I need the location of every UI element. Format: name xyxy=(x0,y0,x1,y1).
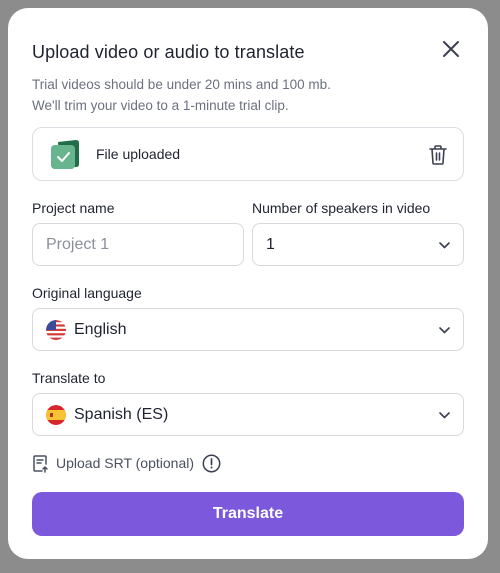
subtitle-line-1: Trial videos should be under 20 mins and… xyxy=(32,77,331,92)
close-icon[interactable] xyxy=(440,38,462,60)
project-name-input[interactable]: Project 1 xyxy=(32,223,244,266)
speakers-value: 1 xyxy=(266,236,275,253)
chevron-down-icon xyxy=(439,242,450,249)
uploaded-file-card: File uploaded xyxy=(32,127,464,181)
speakers-label: Number of speakers in video xyxy=(252,200,431,216)
chevron-down-icon xyxy=(439,327,450,334)
subtitle-line-2: We'll trim your video to a 1-minute tria… xyxy=(32,98,289,113)
translate-to-select[interactable]: Spanish (ES) xyxy=(32,393,464,436)
original-language-select[interactable]: English xyxy=(32,308,464,351)
document-upload-icon xyxy=(33,454,48,473)
speakers-select[interactable]: 1 xyxy=(252,223,464,266)
upload-modal: Upload video or audio to translate Trial… xyxy=(8,8,488,559)
translate-button[interactable]: Translate xyxy=(32,492,464,536)
translate-to-value: Spanish (ES) xyxy=(74,406,169,423)
file-status-label: File uploaded xyxy=(96,146,181,162)
translate-to-label: Translate to xyxy=(32,370,106,386)
modal-subtitle: Trial videos should be under 20 mins and… xyxy=(32,74,462,116)
trash-icon[interactable] xyxy=(428,144,448,166)
modal-title: Upload video or audio to translate xyxy=(32,42,305,62)
project-name-label: Project name xyxy=(32,200,115,216)
original-language-value: English xyxy=(74,321,127,338)
chevron-down-icon xyxy=(439,412,450,419)
es-flag-icon xyxy=(46,405,66,425)
file-check-icon xyxy=(51,140,79,169)
project-name-placeholder: Project 1 xyxy=(46,236,110,253)
upload-srt-link[interactable]: Upload SRT (optional) xyxy=(32,452,221,474)
us-flag-icon xyxy=(46,320,66,340)
original-language-label: Original language xyxy=(32,285,142,301)
upload-srt-label: Upload SRT (optional) xyxy=(56,455,195,471)
info-icon[interactable] xyxy=(202,454,221,473)
